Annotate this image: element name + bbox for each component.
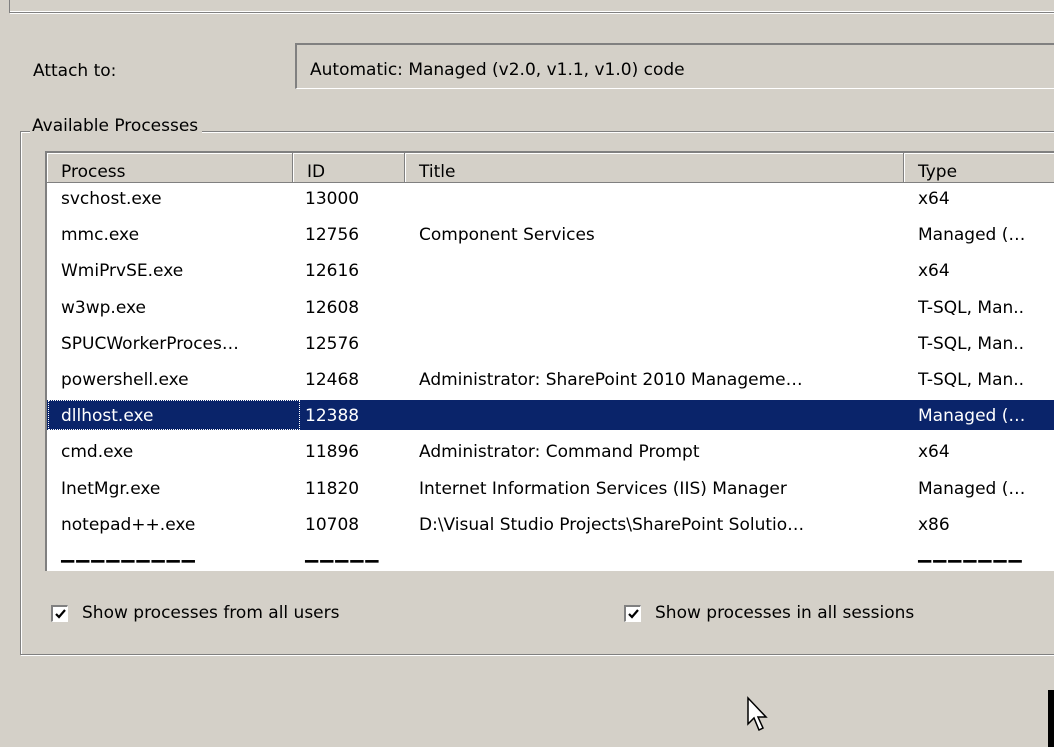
process-row[interactable]: svchost.exe 13000 x64 (47, 183, 1054, 213)
process-name-cell: cmd.exe (61, 442, 134, 463)
process-name-cell: w3wp.exe (61, 297, 146, 318)
process-row[interactable]: dllhost.exe 12388 Managed (… (47, 400, 1054, 431)
process-list[interactable]: Process ID Title Type svchost.exe 13000 x6… (45, 151, 1054, 571)
process-row[interactable]: mmc.exe 12756 Component Services Managed (… (47, 219, 1054, 249)
process-name-cell: WmiPrvSE.exe (61, 261, 184, 282)
checkmark-icon (55, 608, 66, 619)
process-id-cell: 11896 (305, 442, 360, 463)
partially-visible-row: ▔▔▔▔▔▔▔▔▔ ▔▔▔▔▔ ▔▔▔▔▔▔▔ (61, 561, 1024, 571)
process-name-cell: notepad++.exe (61, 514, 196, 535)
process-id-cell: 11820 (305, 478, 360, 499)
column-header-title[interactable]: Title (405, 153, 904, 183)
process-type-cell: x86 (918, 514, 950, 535)
top-group-box-edge (9, 0, 1054, 13)
process-name-cell: powershell.exe (61, 370, 189, 390)
attach-to-label: Attach to: (33, 61, 117, 81)
column-header-process[interactable]: Process (47, 153, 293, 183)
process-name-cell: InetMgr.exe (61, 478, 161, 499)
show-all-users-option[interactable]: Show processes from all users (51, 603, 340, 623)
process-id-cell: 10708 (305, 514, 360, 535)
process-row[interactable]: notepad++.exe 10708 D:\Visual Studio Proje… (47, 509, 1054, 539)
process-name-cell: SPUCWorkerProces… (61, 333, 239, 354)
process-title-cell: Administrator: SharePoint 2010 Manageme… (419, 370, 803, 390)
process-type-cell: T-SQL, Man.. (918, 370, 1025, 390)
process-row[interactable]: InetMgr.exe 11820 Internet Information Ser… (47, 473, 1054, 503)
process-id-cell: 12388 (305, 406, 360, 427)
process-type-cell: T-SQL, Man.. (918, 333, 1025, 354)
process-type-cell: T-SQL, Man.. (918, 297, 1025, 318)
process-title-cell: D:\Visual Studio Projects\SharePoint Sol… (419, 514, 805, 535)
process-row[interactable]: cmd.exe 11896 Administrator: Command Promp… (47, 436, 1054, 466)
show-all-sessions-option[interactable]: Show processes in all sessions (624, 603, 914, 623)
process-type-cell: x64 (918, 442, 950, 463)
process-id-cell: 12616 (305, 261, 360, 282)
process-title-cell: Component Services (419, 225, 595, 246)
process-title-cell: Internet Information Services (IIS) Mana… (419, 478, 787, 499)
process-row[interactable]: powershell.exe 12468 Administrator: ShareP… (47, 364, 1054, 394)
attach-to-field[interactable]: Automatic: Managed (v2.0, v1.1, v1.0) co… (295, 43, 1054, 89)
process-title-cell: Administrator: Command Prompt (419, 442, 700, 463)
process-id-cell: 12468 (305, 370, 360, 390)
column-header-type[interactable]: Type (904, 153, 1054, 183)
process-row[interactable]: WmiPrvSE.exe 12616 x64 (47, 255, 1054, 285)
process-row[interactable]: w3wp.exe 12608 T-SQL, Man.. (47, 292, 1054, 322)
process-type-cell: x64 (918, 189, 950, 209)
mouse-pointer-icon (747, 696, 768, 732)
show-all-sessions-label: Show processes in all sessions (655, 603, 915, 623)
process-name-cell: svchost.exe (61, 189, 162, 209)
process-id-cell: 12608 (305, 297, 360, 318)
show-all-sessions-checkbox[interactable] (624, 604, 641, 622)
available-processes-legend: Available Processes (30, 116, 203, 136)
attach-to-value: Automatic: Managed (v2.0, v1.1, v1.0) co… (310, 60, 685, 80)
show-all-users-checkbox[interactable] (51, 604, 68, 622)
process-id-cell: 12576 (305, 333, 360, 354)
process-name-cell: dllhost.exe (61, 406, 154, 427)
process-type-cell: Managed (… (918, 406, 1026, 427)
checkmark-icon (628, 608, 639, 619)
show-all-users-label: Show processes from all users (82, 603, 340, 623)
process-id-cell: 13000 (305, 189, 360, 209)
process-name-cell: mmc.exe (61, 225, 140, 246)
process-type-cell: Managed (… (918, 478, 1026, 499)
button-edge (1048, 690, 1054, 747)
process-id-cell: 12756 (305, 225, 360, 246)
column-header-id[interactable]: ID (293, 153, 405, 183)
process-type-cell: x64 (918, 261, 950, 282)
process-row[interactable]: SPUCWorkerProces… 12576 T-SQL, Man.. (47, 328, 1054, 358)
process-type-cell: Managed (… (918, 225, 1026, 246)
